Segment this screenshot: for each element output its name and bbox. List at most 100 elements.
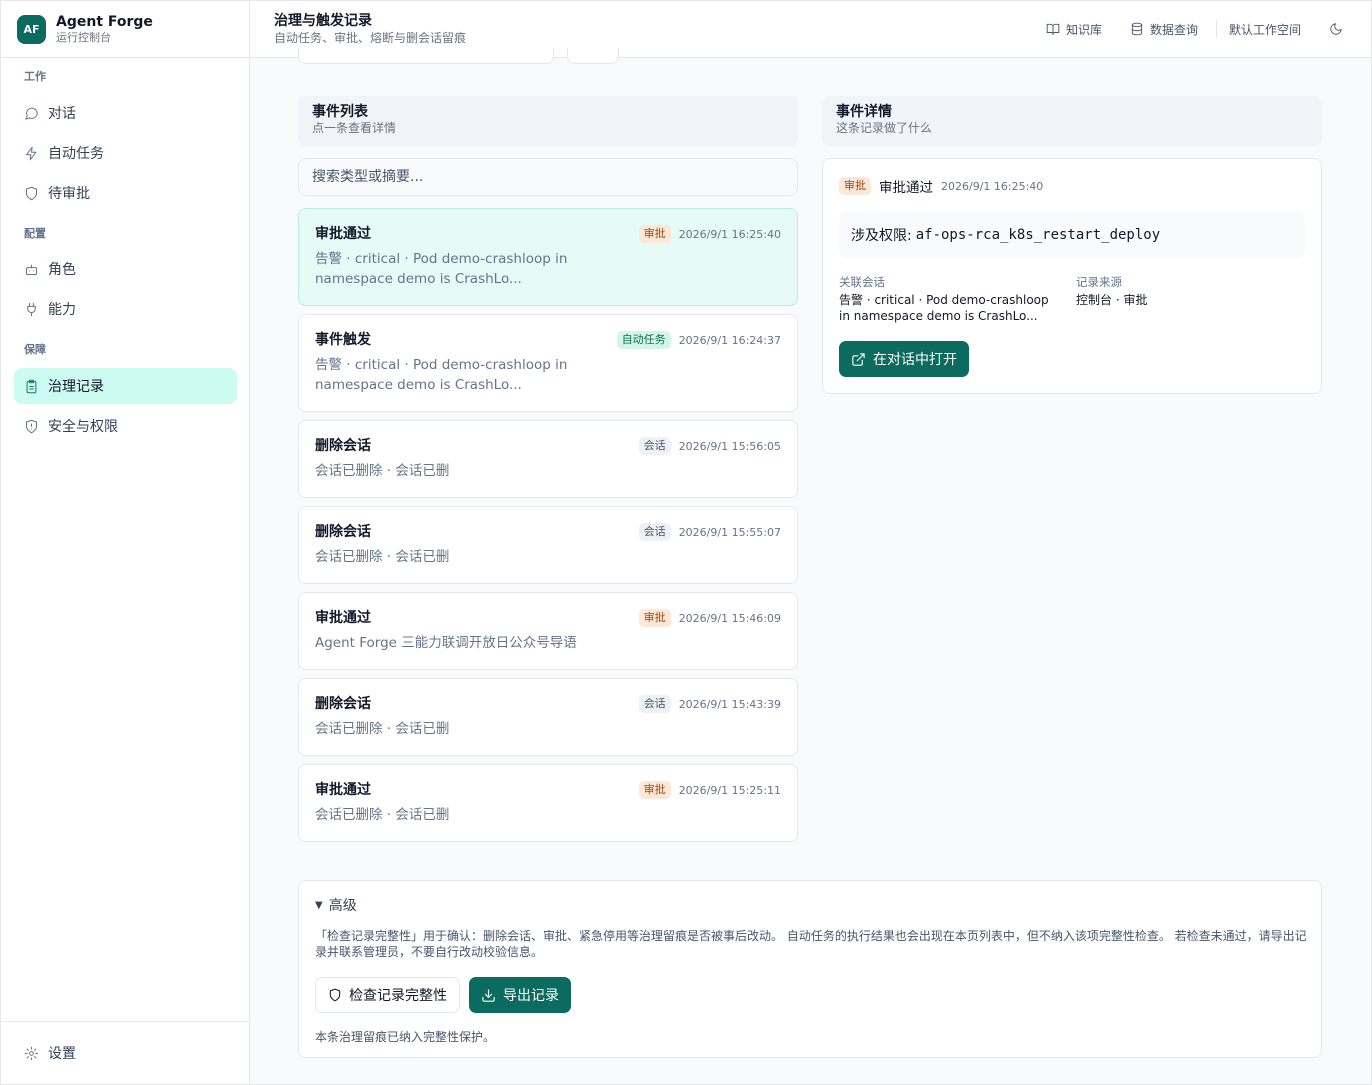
main-content: 事件列表 点一条查看详情 审批通过 审批 2026/9/1 16:25:40 告…: [250, 48, 1371, 1084]
knowledge-base-link[interactable]: 知识库: [1046, 21, 1102, 38]
bot-icon: [26, 264, 37, 275]
advanced-description: 「检查记录完整性」用于确认：删除会话、审批、紧急停用等治理留痕是否被事后改动。 …: [315, 929, 1307, 959]
sidebar: AF Agent Forge 运行控制台 工作 对话 自动任务 待审批 配置 角…: [1, 1, 250, 1084]
event-item[interactable]: 删除会话 会话 2026/9/1 15:55:07 会话已删除 · 会话已删: [298, 506, 798, 584]
book-open-icon: [1046, 23, 1060, 35]
sidebar-item-label: 治理记录: [48, 379, 104, 395]
theme-toggle[interactable]: [1329, 22, 1343, 36]
event-title: 事件触发: [315, 332, 371, 348]
events-panel-title: 事件列表: [312, 104, 368, 120]
zap-icon: [26, 146, 37, 160]
scrolled-filter-button[interactable]: [567, 48, 619, 64]
event-title: 删除会话: [315, 438, 371, 454]
brand-name: Agent Forge: [56, 13, 153, 30]
permission-label: 涉及权限:: [851, 228, 912, 244]
detail-panel-subtitle: 这条记录做了什么: [836, 121, 933, 135]
event-summary: 会话已删除 · 会话已删: [315, 463, 450, 479]
open-in-chat-button[interactable]: 在对话中打开: [839, 341, 969, 377]
source-label: 记录来源: [1076, 275, 1122, 289]
sidebar-item-chat[interactable]: 对话: [14, 95, 237, 131]
open-in-chat-label: 在对话中打开: [873, 352, 957, 368]
brand-subtitle: 运行控制台: [56, 30, 111, 44]
data-query-label: 数据查询: [1149, 22, 1198, 37]
top-actions: 知识库 数据查询 默认工作空间: [1018, 20, 1343, 38]
event-type-badge: 会话: [638, 437, 671, 455]
export-records-button[interactable]: 导出记录: [469, 977, 571, 1013]
sidebar-item-pending-approvals[interactable]: 待审批: [14, 175, 237, 211]
sidebar-item-label: 自动任务: [48, 146, 104, 162]
sidebar-item-roles[interactable]: 角色: [14, 251, 237, 287]
sidebar-item-capabilities[interactable]: 能力: [14, 291, 237, 327]
permission-value: af-ops-rca_k8s_restart_deploy: [915, 227, 1161, 243]
sidebar-item-label: 设置: [48, 1046, 76, 1062]
event-time: 2026/9/1 15:43:39: [678, 697, 781, 711]
download-icon: [482, 988, 495, 1002]
top-divider: [1215, 20, 1217, 38]
triangle-down-icon: ▼: [315, 899, 323, 911]
sidebar-item-label: 安全与权限: [48, 419, 118, 435]
event-item[interactable]: 删除会话 会话 2026/9/1 15:56:05 会话已删除 · 会话已删: [298, 420, 798, 498]
event-type-badge: 会话: [638, 523, 671, 541]
event-summary: 会话已删除 · 会话已删: [315, 721, 450, 737]
check-integrity-label: 检查记录完整性: [349, 988, 447, 1004]
sidebar-item-security[interactable]: 安全与权限: [14, 408, 237, 444]
permission-box: 涉及权限: af-ops-rca_k8s_restart_deploy: [839, 212, 1305, 258]
event-type-badge: 审批: [638, 609, 671, 627]
check-integrity-button[interactable]: 检查记录完整性: [315, 977, 460, 1013]
event-title: 删除会话: [315, 524, 371, 540]
detail-event-time: 2026/9/1 16:25:40: [941, 179, 1044, 193]
event-title: 删除会话: [315, 696, 371, 712]
nav-section-config: 配置: [24, 227, 46, 240]
plug-icon: [27, 302, 36, 316]
nav-section-work: 工作: [24, 70, 46, 83]
advanced-toggle[interactable]: ▼ 高级: [315, 895, 357, 915]
event-summary: 会话已删除 · 会话已删: [315, 807, 450, 823]
knowledge-base-label: 知识库: [1065, 22, 1102, 37]
gear-icon: [24, 1046, 39, 1060]
event-title: 审批通过: [315, 782, 371, 798]
event-time: 2026/9/1 16:25:40: [678, 227, 781, 241]
advanced-toggle-label: 高级: [328, 898, 357, 914]
detail-panel-header: 事件详情 这条记录做了什么: [822, 96, 1322, 146]
event-title: 审批通过: [315, 226, 371, 242]
event-item[interactable]: 删除会话 会话 2026/9/1 15:43:39 会话已删除 · 会话已删: [298, 678, 798, 756]
scrolled-filter-input[interactable]: [298, 48, 554, 64]
detail-panel-title: 事件详情: [836, 104, 892, 120]
nav-section-assurance: 保障: [24, 343, 46, 356]
brand[interactable]: AF Agent Forge 运行控制台: [1, 1, 249, 58]
external-link-icon: [852, 352, 865, 366]
events-panel-header: 事件列表 点一条查看详情: [298, 96, 798, 146]
event-time: 2026/9/1 16:24:37: [678, 333, 781, 347]
data-query-link[interactable]: 数据查询: [1130, 21, 1198, 38]
integrity-note: 本条治理留痕已纳入完整性保护。: [315, 1030, 496, 1044]
page-title: 治理与触发记录: [274, 13, 372, 29]
event-time: 2026/9/1 15:25:11: [678, 783, 781, 797]
event-type-badge: 审批: [638, 781, 671, 799]
event-type-badge: 审批: [638, 225, 671, 243]
event-search-input[interactable]: [298, 158, 798, 196]
sidebar-item-auto-tasks[interactable]: 自动任务: [14, 135, 237, 171]
event-detail-card: 审批 审批通过 2026/9/1 16:25:40 涉及权限: af-ops-r…: [822, 158, 1322, 394]
page-subtitle: 自动任务、审批、熔断与删会话留痕: [274, 31, 467, 45]
shield-alert-icon: [26, 419, 37, 433]
brand-logo: AF: [17, 14, 46, 44]
event-summary: 告警 · critical · Pod demo-crashloop in na…: [315, 251, 568, 287]
sidebar-item-governance-records[interactable]: 治理记录: [14, 368, 237, 404]
event-item[interactable]: 审批通过 审批 2026/9/1 15:25:11 会话已删除 · 会话已删: [298, 764, 798, 842]
detail-event-title: 审批通过: [879, 180, 933, 196]
detail-type-badge: 审批: [839, 177, 871, 195]
sidebar-item-label: 角色: [48, 262, 76, 278]
event-summary: Agent Forge 三能力联调开放日公众号导语: [315, 635, 577, 651]
sidebar-item-settings[interactable]: 设置: [14, 1035, 237, 1071]
database-icon: [1131, 22, 1143, 36]
event-item[interactable]: 审批通过 审批 2026/9/1 15:46:09 Agent Forge 三能…: [298, 592, 798, 670]
event-time: 2026/9/1 15:55:07: [678, 525, 781, 539]
shield-icon: [329, 988, 341, 1002]
sidebar-item-label: 能力: [48, 302, 76, 318]
event-summary: 告警 · critical · Pod demo-crashloop in na…: [315, 357, 568, 393]
workspace-selector[interactable]: 默认工作空间: [1229, 21, 1301, 38]
event-summary: 会话已删除 · 会话已删: [315, 549, 450, 565]
event-item[interactable]: 审批通过 审批 2026/9/1 16:25:40 告警 · critical …: [298, 208, 798, 306]
event-item[interactable]: 事件触发 自动任务 2026/9/1 16:24:37 告警 · critica…: [298, 314, 798, 412]
sidebar-footer: 设置: [1, 1021, 249, 1084]
